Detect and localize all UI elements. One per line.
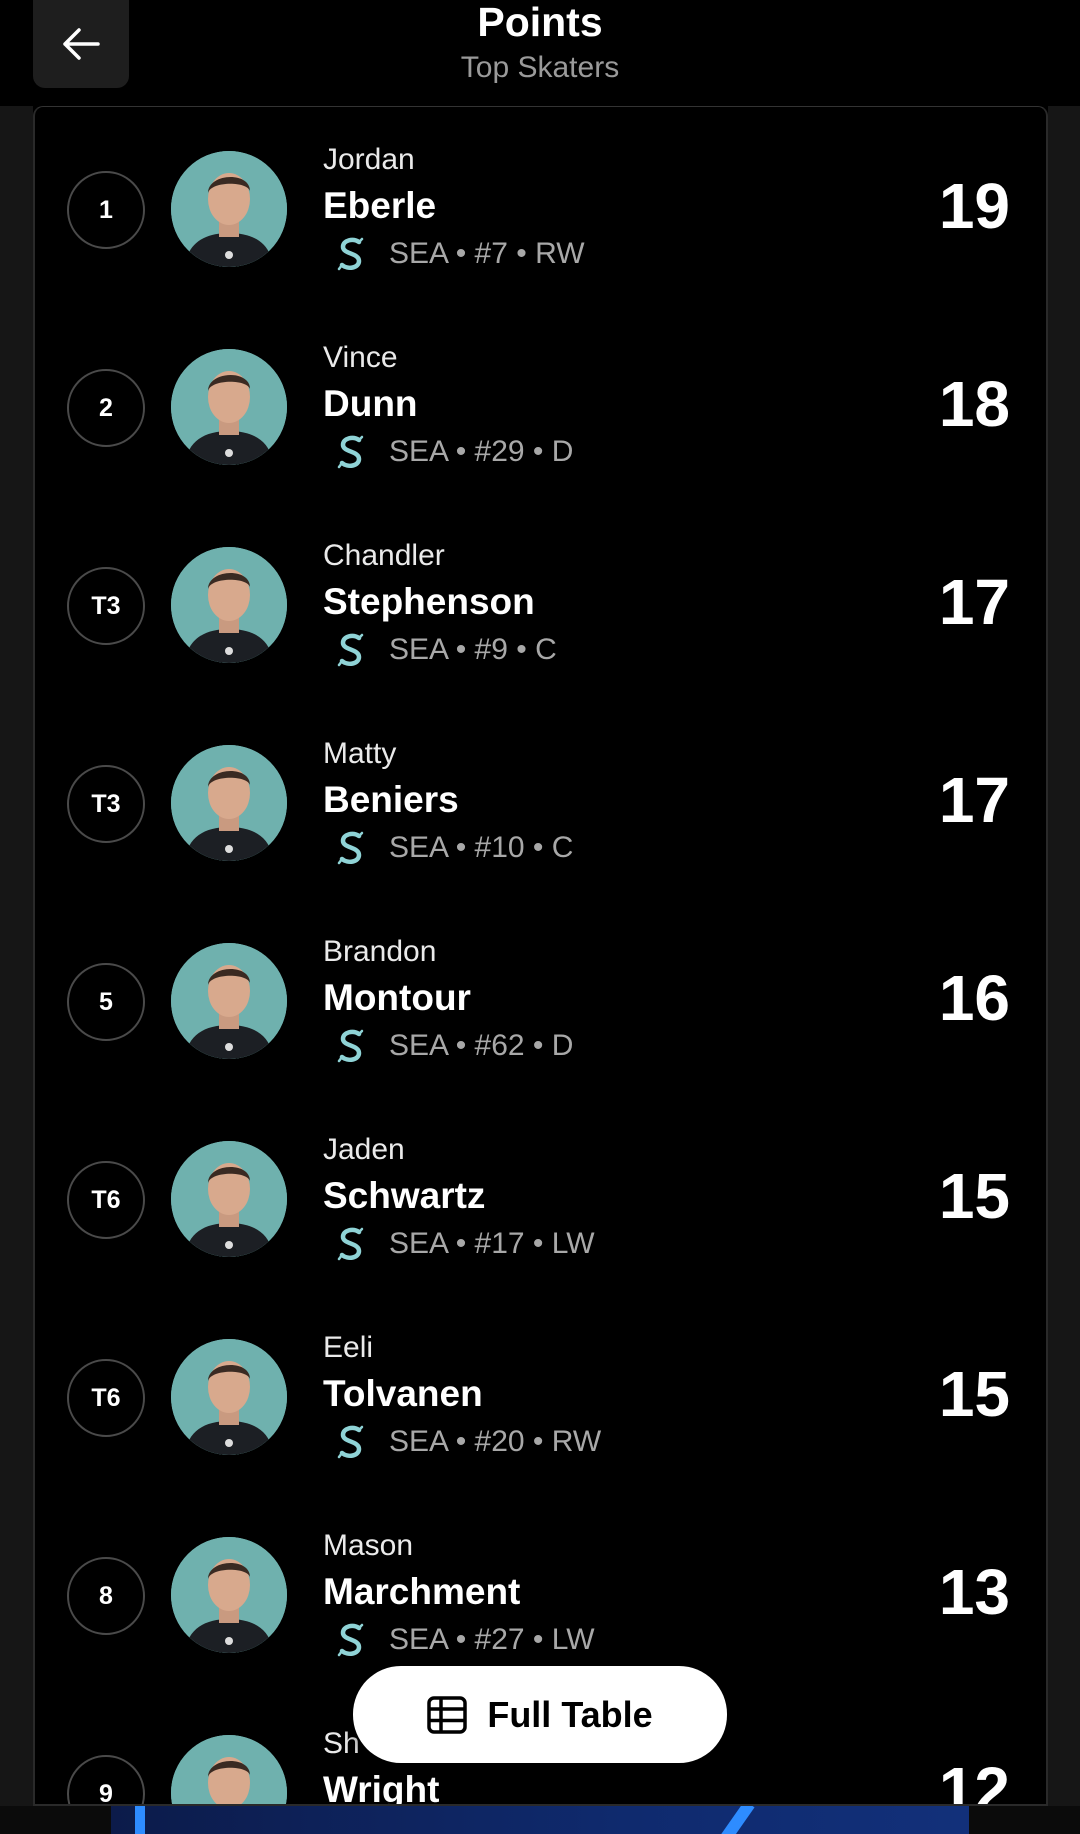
rank-badge: T3	[67, 567, 145, 645]
player-points: 17	[938, 764, 1010, 836]
player-avatar	[171, 1141, 287, 1257]
player-row[interactable]: T6 Eeli Tolvanen SEA • #20 • RW 15	[35, 1309, 1046, 1507]
player-row[interactable]: T3 Matty Beniers SEA • #10 • C 17	[35, 715, 1046, 913]
table-icon	[427, 1695, 468, 1734]
player-points: 12	[938, 1754, 1010, 1806]
player-first-name: Brandon	[323, 935, 437, 968]
player-row[interactable]: 5 Brandon Montour SEA • #62 • D 16	[35, 913, 1046, 1111]
player-meta: SEA • #62 • D	[335, 1029, 573, 1063]
player-team-number-position: SEA • #9 • C	[389, 633, 557, 666]
player-last-name: Montour	[323, 977, 471, 1018]
rank-badge: T6	[67, 1161, 145, 1239]
player-first-name: Jordan	[323, 143, 415, 176]
player-team-number-position: SEA • #7 • RW	[389, 237, 585, 270]
player-last-name: Dunn	[323, 383, 418, 424]
player-avatar	[171, 745, 287, 861]
player-avatar	[171, 1537, 287, 1653]
page-subtitle: Top Skaters	[460, 51, 620, 84]
right-gutter	[1048, 106, 1080, 1806]
kraken-logo-icon	[337, 435, 364, 469]
player-points: 17	[938, 566, 1010, 638]
player-first-name: Mason	[323, 1529, 414, 1562]
player-row[interactable]: T6 Jaden Schwartz SEA • #17 • LW 15	[35, 1111, 1046, 1309]
player-row[interactable]: 2 Vince Dunn SEA • #29 • D 18	[35, 319, 1046, 517]
player-meta: SEA • #7 • RW	[335, 237, 585, 271]
player-first-name: Matty	[323, 737, 397, 770]
player-avatar	[171, 943, 287, 1059]
kraken-logo-icon	[337, 633, 364, 667]
rank-badge: T3	[67, 765, 145, 843]
player-avatar	[171, 1339, 287, 1455]
points-leaders-screen: 1 Jordan Eberle SEA • #7 • RW 19 2 Vince…	[0, 0, 1080, 1834]
player-first-name: Vince	[323, 341, 398, 374]
player-last-name: Beniers	[323, 779, 459, 820]
rank-badge: 2	[67, 369, 145, 447]
player-first-name: Sh	[323, 1727, 360, 1760]
player-last-name: Schwartz	[323, 1175, 486, 1216]
player-list[interactable]: 1 Jordan Eberle SEA • #7 • RW 19 2 Vince…	[33, 106, 1048, 1806]
player-last-name: Tolvanen	[323, 1373, 483, 1414]
left-gutter	[0, 106, 33, 1806]
player-team-number-position: SEA • #20 • RW	[389, 1425, 602, 1458]
header: Points Top Skaters	[0, 0, 1080, 106]
player-team-number-position: SEA • #27 • LW	[389, 1623, 595, 1656]
player-points: 19	[938, 170, 1010, 242]
player-team-number-position: SEA • #62 • D	[389, 1029, 574, 1062]
rank-badge: 9	[67, 1755, 145, 1804]
player-meta: SEA • #17 • LW	[335, 1227, 595, 1261]
player-team-number-position: SEA • #17 • LW	[389, 1227, 595, 1260]
kraken-logo-icon	[337, 831, 364, 865]
player-meta: SEA • #29 • D	[335, 435, 573, 469]
player-points: 16	[938, 962, 1010, 1034]
player-avatar	[171, 547, 287, 663]
full-table-button[interactable]: Full Table	[353, 1666, 727, 1763]
kraken-logo-icon	[337, 237, 364, 271]
player-last-name: Stephenson	[323, 581, 535, 622]
kraken-logo-icon	[337, 1425, 364, 1459]
player-team-number-position: SEA • #10 • C	[389, 831, 574, 864]
page-title: Points	[477, 0, 603, 45]
kraken-logo-icon	[337, 1623, 364, 1657]
kraken-logo-icon	[337, 1029, 364, 1063]
player-avatar	[171, 151, 287, 267]
player-meta: SEA • #20 • RW	[335, 1425, 601, 1459]
player-last-name: Wright	[323, 1769, 440, 1806]
player-avatar	[171, 349, 287, 465]
full-table-label: Full Table	[487, 1693, 653, 1735]
player-team-number-position: SEA • #29 • D	[389, 435, 574, 468]
player-row[interactable]: T3 Chandler Stephenson SEA • #9 • C 17	[35, 517, 1046, 715]
player-last-name: Eberle	[323, 185, 437, 226]
player-meta: SEA • #27 • LW	[335, 1623, 595, 1657]
rank-badge: 5	[67, 963, 145, 1041]
rank-badge: 1	[67, 171, 145, 249]
player-meta: SEA • #10 • C	[335, 831, 573, 865]
kraken-logo-icon	[337, 1227, 364, 1261]
player-first-name: Jaden	[323, 1133, 405, 1166]
player-avatar	[171, 1735, 287, 1804]
rank-badge: 8	[67, 1557, 145, 1635]
bottom-banner[interactable]	[111, 1806, 969, 1834]
player-points: 13	[938, 1556, 1010, 1628]
player-first-name: Eeli	[323, 1331, 374, 1364]
player-points: 15	[938, 1358, 1010, 1430]
player-points: 15	[938, 1160, 1010, 1232]
player-row[interactable]: 1 Jordan Eberle SEA • #7 • RW 19	[35, 121, 1046, 319]
player-points: 18	[938, 368, 1010, 440]
player-first-name: Chandler	[323, 539, 445, 572]
player-last-name: Marchment	[323, 1571, 521, 1612]
rank-badge: T6	[67, 1359, 145, 1437]
player-meta: SEA • #9 • C	[335, 633, 557, 667]
